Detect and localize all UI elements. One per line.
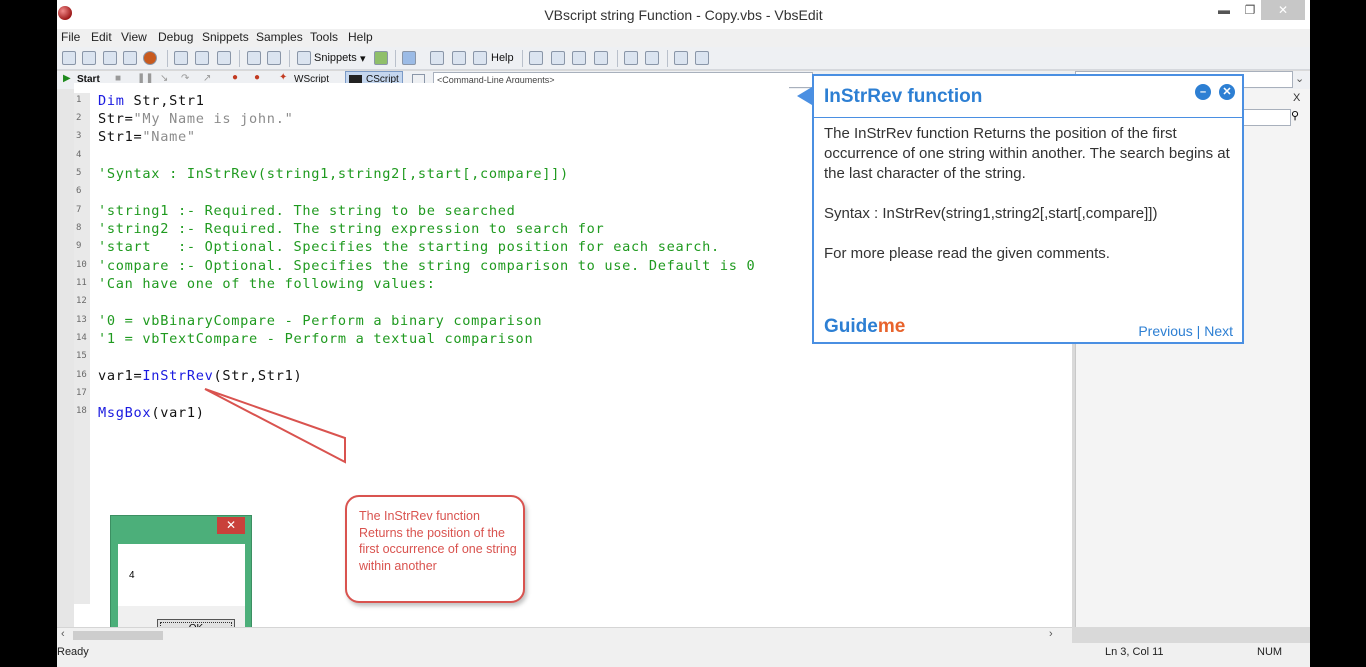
guide-pointer <box>797 87 812 105</box>
menu-bar: File Edit View Debug Snippets Samples To… <box>57 29 1310 47</box>
callout-text: The InStrRev function Returns the positi… <box>359 509 517 573</box>
guide-navigation: Previous | Next <box>1138 323 1233 339</box>
guide-close-button[interactable]: ✕ <box>1219 84 1235 100</box>
guideme-tooltip: InStrRev function – ✕ The InStrRev funct… <box>812 74 1244 344</box>
undo-icon[interactable] <box>247 51 261 65</box>
window-icon[interactable] <box>374 51 388 65</box>
save-icon[interactable] <box>103 51 117 65</box>
start-icon[interactable]: ▶ <box>63 73 71 84</box>
guideme-logo: Guideme <box>824 316 906 337</box>
status-bar: Ready Ln 3, Col 11 NUM <box>57 643 1310 667</box>
msgbox-close-button[interactable]: ✕ <box>217 517 245 534</box>
menu-view[interactable]: View <box>121 30 147 44</box>
uncomment-icon[interactable] <box>551 51 565 65</box>
save-all-icon[interactable] <box>123 51 137 65</box>
clear-breakpoints-icon[interactable]: ● <box>254 72 260 83</box>
msgbox-value: 4 <box>129 570 135 581</box>
toggle-panel-icon[interactable] <box>402 51 416 65</box>
maximize-button[interactable]: ❐ <box>1237 0 1263 20</box>
scroll-left-icon[interactable]: ‹ <box>61 628 65 640</box>
paste-icon[interactable] <box>217 51 231 65</box>
comment-icon[interactable] <box>529 51 543 65</box>
guide-header: InStrRev function – ✕ <box>814 76 1242 118</box>
find-icon[interactable] <box>594 51 608 65</box>
outdent-icon[interactable] <box>645 51 659 65</box>
close-window-button[interactable]: ✕ <box>1261 0 1305 20</box>
status-text: Ready <box>57 646 89 658</box>
breakpoint-icon[interactable]: ● <box>232 72 238 83</box>
indent-icon[interactable] <box>624 51 638 65</box>
main-toolbar: Snippets ▾ Help <box>57 47 1310 70</box>
help-icon[interactable] <box>473 51 487 65</box>
format-icon[interactable] <box>674 51 688 65</box>
snippets-dropdown-icon[interactable]: ▾ <box>360 52 366 65</box>
settings-icon[interactable] <box>452 51 466 65</box>
window-title: VBscript string Function - Copy.vbs - Vb… <box>544 7 823 23</box>
guide-body: The InStrRev function Returns the positi… <box>824 124 1234 284</box>
guide-description: The InStrRev function Returns the positi… <box>824 125 1230 182</box>
menu-samples[interactable]: Samples <box>256 30 303 44</box>
new-file-icon[interactable] <box>62 51 76 65</box>
copy-icon[interactable] <box>195 51 209 65</box>
cursor-position: Ln 3, Col 11 <box>1105 646 1164 658</box>
horizontal-scrollbar[interactable]: ‹ › <box>57 627 1072 643</box>
scroll-right-icon[interactable]: › <box>1049 628 1053 640</box>
panel-close-icon[interactable]: X <box>1293 92 1300 104</box>
guide-minimize-button[interactable]: – <box>1195 84 1211 100</box>
app-window: VBscript string Function - Copy.vbs - Vb… <box>57 0 1310 667</box>
menu-edit[interactable]: Edit <box>91 30 112 44</box>
wscript-icon: ✦ <box>279 72 288 83</box>
code-editor[interactable]: 1 2 3 4 5 6 7 8 9 10 11 12 13 14 15 16 1… <box>74 83 789 658</box>
snippets-icon[interactable] <box>297 51 311 65</box>
callout-arrow <box>204 388 346 464</box>
menu-debug[interactable]: Debug <box>158 30 193 44</box>
menu-help[interactable]: Help <box>348 30 373 44</box>
bookmark-icon[interactable] <box>572 51 586 65</box>
panel-pin-icon[interactable]: ⚲ <box>1291 109 1299 122</box>
scroll-thumb[interactable] <box>73 631 163 640</box>
redo-icon[interactable] <box>267 51 281 65</box>
next-link[interactable]: Next <box>1204 323 1233 339</box>
title-bar: VBscript string Function - Copy.vbs - Vb… <box>57 0 1310 29</box>
cut-icon[interactable] <box>174 51 188 65</box>
num-lock-indicator: NUM <box>1257 646 1283 658</box>
menu-tools[interactable]: Tools <box>310 30 338 44</box>
menu-file[interactable]: File <box>61 30 80 44</box>
menu-snippets[interactable]: Snippets <box>202 30 249 44</box>
help-button[interactable]: Help <box>491 52 514 64</box>
open-file-icon[interactable] <box>82 51 96 65</box>
minimize-button[interactable]: ▬ <box>1211 0 1237 20</box>
dropdown-arrow-icon[interactable]: ⌄ <box>1295 72 1304 85</box>
annotation-callout: The InStrRev function Returns the positi… <box>345 495 525 603</box>
guide-syntax: Syntax : InStrRev(string1,string2[,start… <box>824 205 1158 222</box>
list-icon[interactable] <box>695 51 709 65</box>
guide-title: InStrRev function <box>824 86 983 107</box>
snippets-button[interactable]: Snippets <box>314 52 357 64</box>
object-browser-icon[interactable] <box>430 51 444 65</box>
guide-more-info: For more please read the given comments. <box>824 245 1110 262</box>
record-icon[interactable] <box>143 51 157 65</box>
previous-link[interactable]: Previous <box>1138 323 1192 339</box>
